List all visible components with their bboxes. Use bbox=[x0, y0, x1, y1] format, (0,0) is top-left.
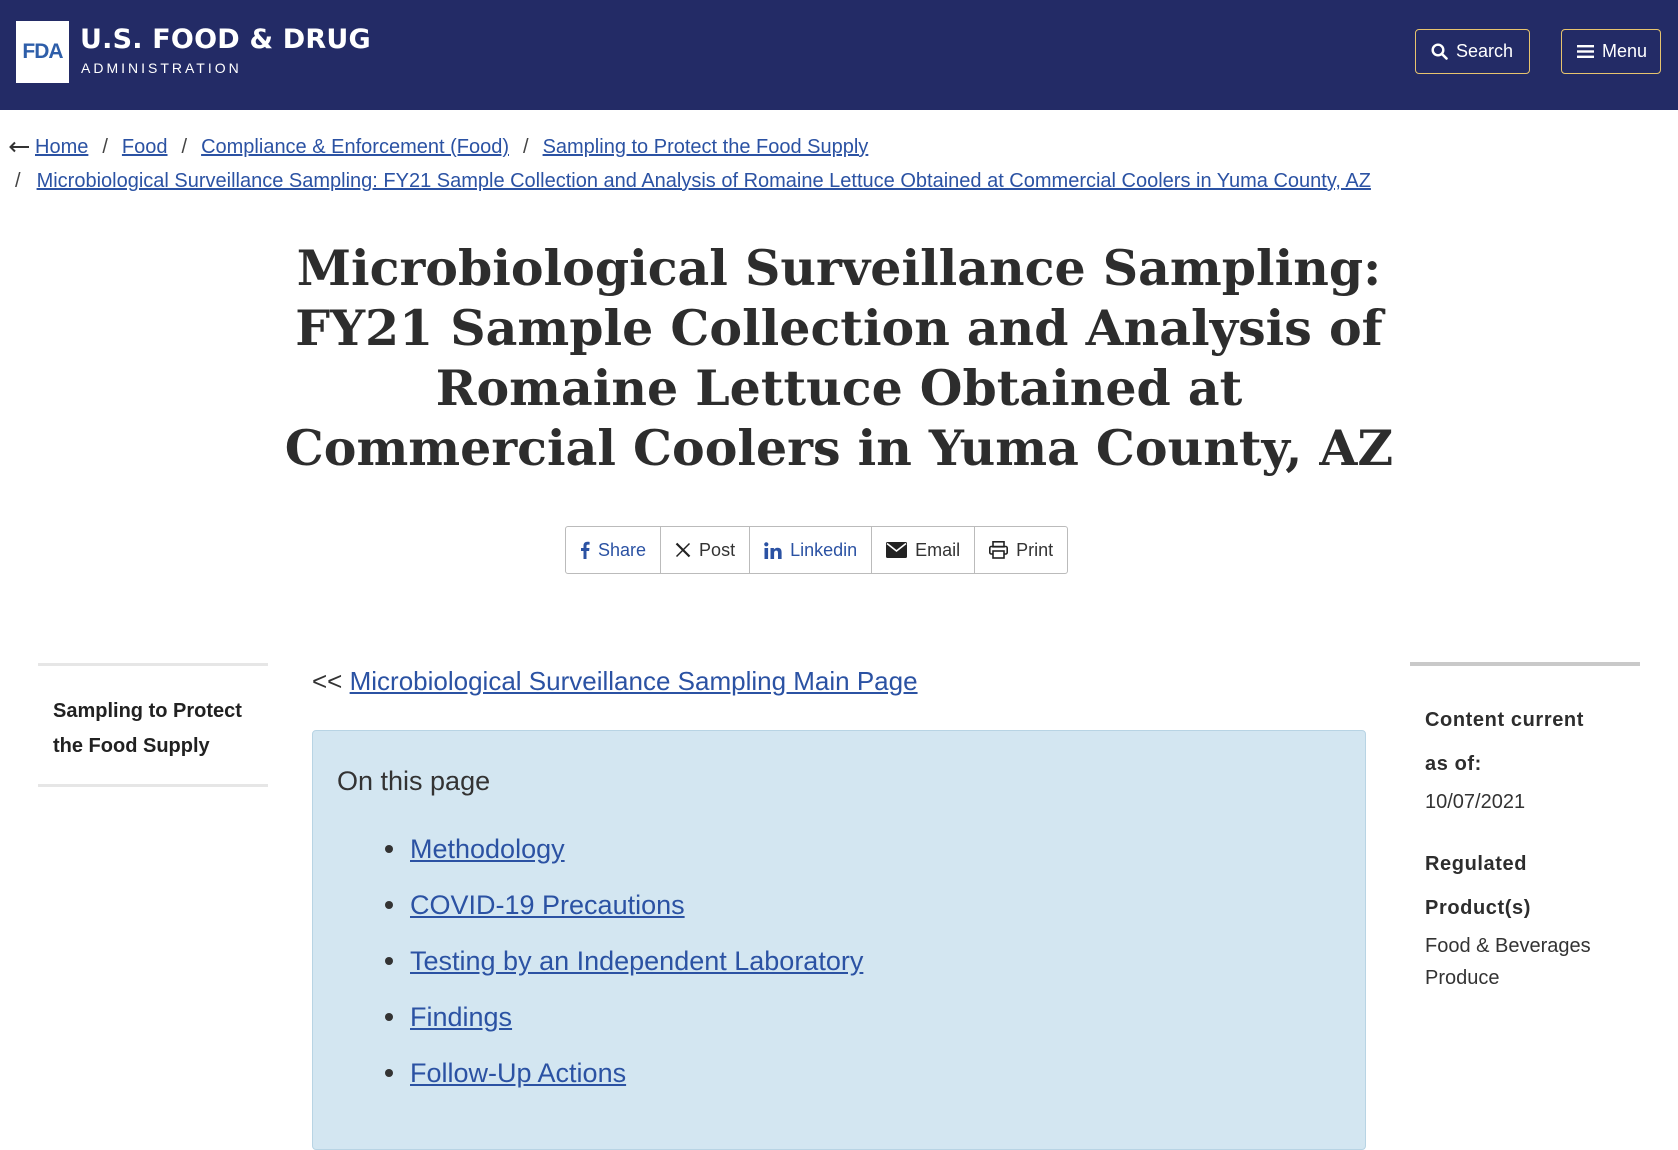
on-this-page-box: On this page Methodology COVID-19 Precau… bbox=[312, 730, 1366, 1150]
share-linkedin-button[interactable]: Linkedin bbox=[750, 527, 873, 573]
breadcrumb-separator: / bbox=[181, 136, 188, 158]
content-current-label: Content current bbox=[1425, 709, 1584, 731]
bullet-icon bbox=[385, 1013, 393, 1021]
toc-link-testing[interactable]: Testing by an Independent Laboratory bbox=[410, 946, 863, 977]
breadcrumb-separator: / bbox=[523, 136, 529, 158]
toc-link-follow-up[interactable]: Follow-Up Actions bbox=[410, 1058, 626, 1089]
list-item: Follow-Up Actions bbox=[363, 1045, 863, 1101]
breadcrumb-compliance[interactable]: Compliance & Enforcement (Food) bbox=[201, 130, 509, 164]
x-icon bbox=[675, 542, 691, 558]
print-button[interactable]: Print bbox=[975, 527, 1067, 573]
menu-button[interactable]: Menu bbox=[1561, 29, 1661, 74]
toc-list: Methodology COVID-19 Precautions Testing… bbox=[363, 821, 863, 1101]
bullet-icon bbox=[385, 901, 393, 909]
main-page-link[interactable]: Microbiological Surveillance Sampling Ma… bbox=[350, 666, 918, 696]
section-nav: Sampling to Protect the Food Supply bbox=[38, 663, 268, 787]
breadcrumb-food[interactable]: Food bbox=[122, 130, 168, 164]
regulated-product-item: Produce bbox=[1425, 967, 1500, 989]
linkedin-icon bbox=[764, 541, 782, 559]
menu-label: Menu bbox=[1602, 41, 1648, 61]
facebook-icon bbox=[580, 541, 590, 559]
page-metadata: Content current as of: 10/07/2021 Regula… bbox=[1410, 662, 1640, 994]
list-item: Testing by an Independent Laboratory bbox=[363, 933, 863, 989]
agency-subtitle: ADMINISTRATION bbox=[81, 60, 242, 76]
search-label: Search bbox=[1456, 41, 1514, 61]
toc-link-methodology[interactable]: Methodology bbox=[410, 834, 565, 865]
breadcrumb-separator: / bbox=[15, 170, 21, 192]
search-icon bbox=[1431, 43, 1448, 60]
breadcrumb: Home / Food / Compliance & Enforcement (… bbox=[9, 130, 1669, 198]
bullet-icon bbox=[385, 957, 393, 965]
agency-name[interactable]: U.S. FOOD & DRUG bbox=[80, 24, 371, 55]
breadcrumb-home[interactable]: Home bbox=[35, 130, 88, 164]
bullet-icon bbox=[385, 1069, 393, 1077]
share-email-button[interactable]: Email bbox=[872, 527, 976, 573]
site-header: FDA U.S. FOOD & DRUG ADMINISTRATION Sear… bbox=[0, 0, 1678, 110]
linkedin-label: Linkedin bbox=[790, 539, 858, 560]
share-toolbar: Share Post Linkedin Email Print bbox=[565, 526, 1069, 574]
content-current-label-cont: as of: bbox=[1425, 753, 1482, 775]
email-label: Email bbox=[915, 539, 961, 560]
facebook-label: Share bbox=[598, 539, 647, 560]
share-facebook-button[interactable]: Share bbox=[566, 527, 662, 573]
email-icon bbox=[886, 542, 908, 558]
toc-link-covid[interactable]: COVID-19 Precautions bbox=[410, 890, 685, 921]
regulated-product-item: Food & Beverages bbox=[1425, 935, 1591, 957]
toc-heading: On this page bbox=[337, 766, 491, 796]
list-item: Findings bbox=[363, 989, 863, 1045]
share-x-button[interactable]: Post bbox=[661, 527, 751, 573]
list-item: COVID-19 Precautions bbox=[363, 877, 863, 933]
toc-link-findings[interactable]: Findings bbox=[410, 1002, 512, 1033]
back-prefix: << bbox=[312, 666, 343, 696]
x-label: Post bbox=[699, 539, 736, 560]
page-title: Microbiological Surveillance Sampling: F… bbox=[284, 239, 1394, 477]
regulated-products-label: Regulated bbox=[1425, 853, 1528, 875]
back-arrow-icon bbox=[9, 141, 29, 153]
breadcrumb-sampling[interactable]: Sampling to Protect the Food Supply bbox=[543, 130, 869, 164]
section-nav-link[interactable]: Sampling to Protect the Food Supply bbox=[53, 694, 253, 764]
regulated-products-label-cont: Product(s) bbox=[1425, 897, 1531, 919]
hamburger-icon bbox=[1577, 44, 1594, 59]
breadcrumb-current[interactable]: Microbiological Surveillance Sampling: F… bbox=[37, 164, 1371, 198]
fda-logo[interactable]: FDA bbox=[16, 21, 69, 83]
bullet-icon bbox=[385, 845, 393, 853]
search-button[interactable]: Search bbox=[1415, 29, 1530, 74]
logo-text: FDA bbox=[22, 40, 63, 63]
print-label: Print bbox=[1016, 539, 1054, 560]
breadcrumb-separator: / bbox=[102, 136, 108, 158]
list-item: Methodology bbox=[363, 821, 863, 877]
content-current-date: 10/07/2021 bbox=[1425, 791, 1526, 813]
back-to-main-link-row: << Microbiological Surveillance Sampling… bbox=[312, 666, 918, 697]
printer-icon bbox=[989, 541, 1009, 559]
